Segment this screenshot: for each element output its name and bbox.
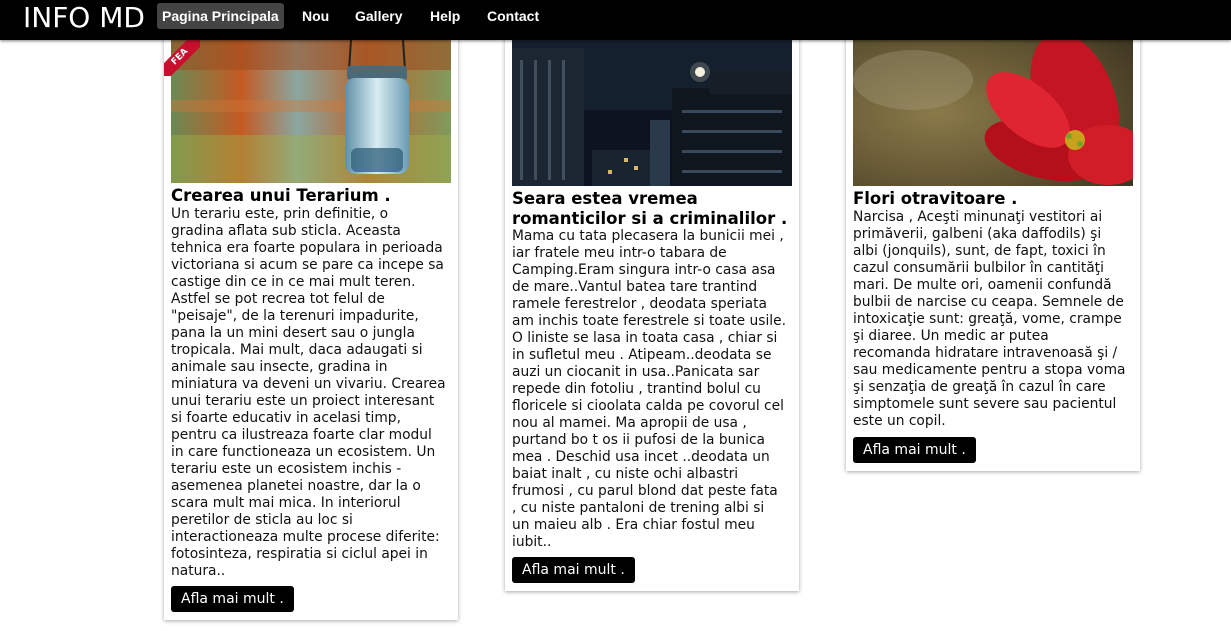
text-line: primăverii, galbeni (aka daffodils) şi: [853, 226, 1102, 242]
text-line: unui terariu este un proiect interesant: [171, 393, 435, 409]
text-line: scara mult mai mica. In interiorul: [171, 495, 401, 511]
text-line: ramele ferestrelor , deodata speriata: [512, 296, 767, 312]
text-line: fotosinteza, respiratia si ciclul apei i…: [171, 546, 428, 562]
text-line: floricele si cioolata calda pe covorul c…: [512, 398, 784, 414]
flower-image-graphic: [853, 40, 1133, 186]
featured-ribbon: FEA: [164, 40, 200, 76]
text-line: albi (jonquils), sunt, de fapt, toxici î…: [853, 243, 1106, 259]
post-excerpt: Un terariu este, prin definitie, o gradi…: [171, 206, 456, 580]
text-line: intoxicaţie sunt: greaţă, vome, crampe: [853, 311, 1122, 327]
text-line: terariu este un ecosistem inchis -: [171, 461, 402, 477]
brand-logo[interactable]: INFO MD: [23, 0, 145, 36]
text-line: animale sau insecte, gradina in: [171, 359, 388, 375]
post-title[interactable]: Seara estea vremea romanticilor si a cri…: [512, 189, 797, 229]
top-navbar: INFO MD Pagina Principala Nou Gallery He…: [0, 0, 1231, 40]
text-line: iar fratele meu intr-o tabara de: [512, 245, 727, 261]
text-line: pana la un mini desert sau o jungla: [171, 325, 415, 341]
text-line: pentru ca ilustreaza foarte clar modul: [171, 427, 432, 443]
text-line: miniatura va deveni un vivariu. Crearea: [171, 376, 446, 392]
text-line: şi diaree. Un medic ar putea: [853, 328, 1049, 344]
post-excerpt: Narcisa , Aceşti minunaţi vestitori ai p…: [853, 209, 1138, 430]
featured-ribbon-label: FEA: [164, 40, 200, 76]
text-line: tehnica era foarte populara in perioada: [171, 240, 443, 256]
post-card-seara: Seara estea vremea romanticilor si a cri…: [505, 20, 799, 591]
text-line: in sufletul meu . Atipeam..deodata se: [512, 347, 772, 363]
text-line: asemenea planetei noastre, dar la o: [171, 478, 421, 494]
nav-link-help[interactable]: Help: [425, 3, 465, 29]
text-line: sau medicamente pentru a stopa voma: [853, 362, 1126, 378]
text-line: Narcisa , Aceşti minunaţi vestitori ai: [853, 209, 1103, 225]
text-line: interactioneaza multe procese diferite:: [171, 529, 440, 545]
text-line: castige din ce in ce mai mult teren.: [171, 274, 416, 290]
text-line: purtand bo t os ii pufosi de la bunica: [512, 432, 766, 448]
jar-image-graphic: [171, 40, 451, 183]
post-image-jar[interactable]: [171, 40, 451, 183]
text-line: natura..: [171, 563, 226, 579]
read-more-button[interactable]: Afla mai mult .: [171, 586, 294, 612]
nav-link-pagina-principala[interactable]: Pagina Principala: [157, 3, 284, 29]
post-image-city[interactable]: [512, 40, 792, 186]
text-line: frumosi , cu parul blond dat peste fata: [512, 483, 778, 499]
post-card-terarium: FEA Crearea unui Terarium . Un terariu e…: [164, 20, 458, 620]
text-line: gradina aflata sub sticla. Aceasta: [171, 223, 401, 239]
post-title[interactable]: Crearea unui Terarium .: [171, 186, 453, 206]
text-line: cazul consumării bulbilor în cantităţi: [853, 260, 1104, 276]
text-line: Camping.Eram singura intr-o casa asa: [512, 262, 776, 278]
text-line: O liniste se lasa in toata casa , chiar …: [512, 330, 778, 346]
text-line: şi senzaţia de greaţă în cazul în care: [853, 379, 1106, 395]
text-line: mea . Deschid usa incet ..deodata un: [512, 449, 770, 465]
post-card-flori: Flori otravitoare . Narcisa , Aceşti min…: [846, 20, 1140, 471]
text-line: peretilor de sticla au loc si: [171, 512, 353, 528]
text-line: de mare..Vantul batea tare trantind: [512, 279, 758, 295]
text-line: Mama cu tata plecasera la bunicii mei ,: [512, 228, 784, 244]
post-excerpt: Mama cu tata plecasera la bunicii mei , …: [512, 228, 797, 551]
text-line: repede din fotoliu , trantind bolul cu: [512, 381, 761, 397]
text-line: baiat inalt , cu niste ochi albastri: [512, 466, 739, 482]
text-line: nou al mamei. Ma apropii de usa ,: [512, 415, 747, 431]
post-image-poinsettia[interactable]: [853, 40, 1133, 186]
text-line: Un terariu este, prin definitie, o: [171, 206, 389, 222]
read-more-button[interactable]: Afla mai mult .: [512, 557, 635, 583]
post-title-line: Seara estea vremea: [512, 189, 698, 208]
text-line: , cu niste pantaloni de trening albi si: [512, 500, 765, 516]
text-line: simptomele sunt severe sau pacientul: [853, 396, 1117, 412]
read-more-button[interactable]: Afla mai mult .: [853, 437, 976, 463]
post-title-line: romanticilor si a criminalilor .: [512, 209, 788, 228]
text-line: si foarte educativ in acelasi timp,: [171, 410, 401, 426]
text-line: bulbii de narcise cu ceapa. Semnele de: [853, 294, 1124, 310]
text-line: victoriana si acum se pare ca incepe sa: [171, 257, 444, 273]
text-line: un maieu alb . Era chiar fostul meu: [512, 517, 755, 533]
text-line: iubit..: [512, 534, 552, 550]
text-line: am inchis toate ferestrele si toate usil…: [512, 313, 787, 329]
nav-link-gallery[interactable]: Gallery: [350, 3, 407, 29]
city-image-graphic: [512, 40, 792, 186]
text-line: mari. De multe ori, oamenii confundă: [853, 277, 1112, 293]
text-line: este un copil.: [853, 413, 946, 429]
text-line: auzi un ciocanit in usa..Panicata sar: [512, 364, 760, 380]
text-line: "peisaje", de la terenuri impadurite,: [171, 308, 419, 324]
post-title[interactable]: Flori otravitoare .: [853, 189, 1135, 209]
nav-link-contact[interactable]: Contact: [482, 3, 544, 29]
text-line: tropicala. Mai mult, daca adaugati si: [171, 342, 423, 358]
text-line: Astfel se pot recrea tot felul de: [171, 291, 385, 307]
text-line: in care functioneaza un ecosistem. Un: [171, 444, 436, 460]
nav-link-nou[interactable]: Nou: [297, 3, 334, 29]
text-line: recomanda hidratare intravenoasă şi /: [853, 345, 1118, 361]
